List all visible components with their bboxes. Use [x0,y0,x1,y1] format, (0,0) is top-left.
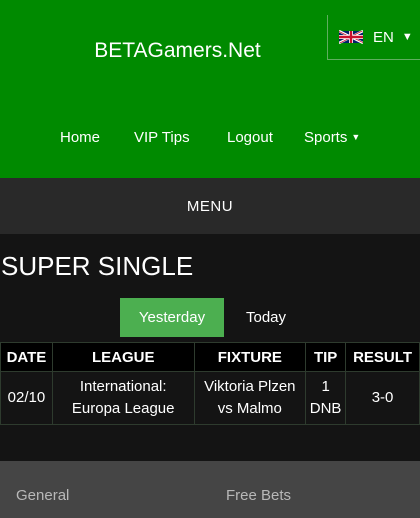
table-header-row: DATE LEAGUE FIXTURE TIP RESULT [0,342,420,372]
column-header-fixture: FIXTURE [193,342,307,372]
tab-yesterday[interactable]: Yesterday [120,298,224,337]
page-title: SUPER SINGLE [1,251,194,281]
league-line: International: [79,378,167,395]
tab-today[interactable]: Today [224,298,308,337]
uk-flag-icon [339,29,363,45]
cell-league: International: Europa League [51,371,195,425]
column-header-tip: TIP [305,342,347,372]
nav-vip-tips[interactable]: VIP Tips [134,129,190,146]
nav-logout[interactable]: Logout [227,129,273,146]
nav-sports[interactable]: Sports ▼ [304,129,360,146]
language-selector[interactable]: EN ▼ [327,15,420,60]
nav-sports-label: Sports [304,129,348,146]
caret-down-icon: ▼ [401,31,413,43]
tips-table: DATE LEAGUE FIXTURE TIP RESULT 02/10 Int… [0,342,420,425]
main-nav: Home VIP Tips Logout Sports ▼ [0,129,420,149]
column-header-league: LEAGUE [51,342,195,372]
language-code: EN [373,28,394,46]
column-header-date: DATE [0,342,53,372]
caret-down-icon: ▼ [351,132,361,142]
table-row: 02/10 International: Europa League Vikto… [0,371,420,425]
column-header-result: RESULT [345,342,420,372]
tip-line: 1 [321,378,330,395]
menu-toggle[interactable]: MENU [0,178,420,234]
league-line: Europa League [71,400,175,417]
footer-link-free-bets[interactable]: Free Bets [226,487,291,504]
cell-tip: 1 DNB [305,371,347,425]
site-header: BETAGamers.Net EN ▼ Home VIP Tips Logout… [0,0,420,178]
nav-home[interactable]: Home [60,129,100,146]
fixture-line: vs Malmo [217,400,282,417]
site-title[interactable]: BETAGamers.Net [0,39,355,63]
fixture-line: Viktoria Plzen [204,378,296,395]
cell-fixture: Viktoria Plzen vs Malmo [193,371,307,425]
cell-result: 3-0 [345,371,420,425]
cell-date: 02/10 [0,371,53,425]
footer-link-general[interactable]: General [16,487,69,504]
tip-line: DNB [309,400,342,417]
day-tabs: Yesterday Today [120,298,308,337]
